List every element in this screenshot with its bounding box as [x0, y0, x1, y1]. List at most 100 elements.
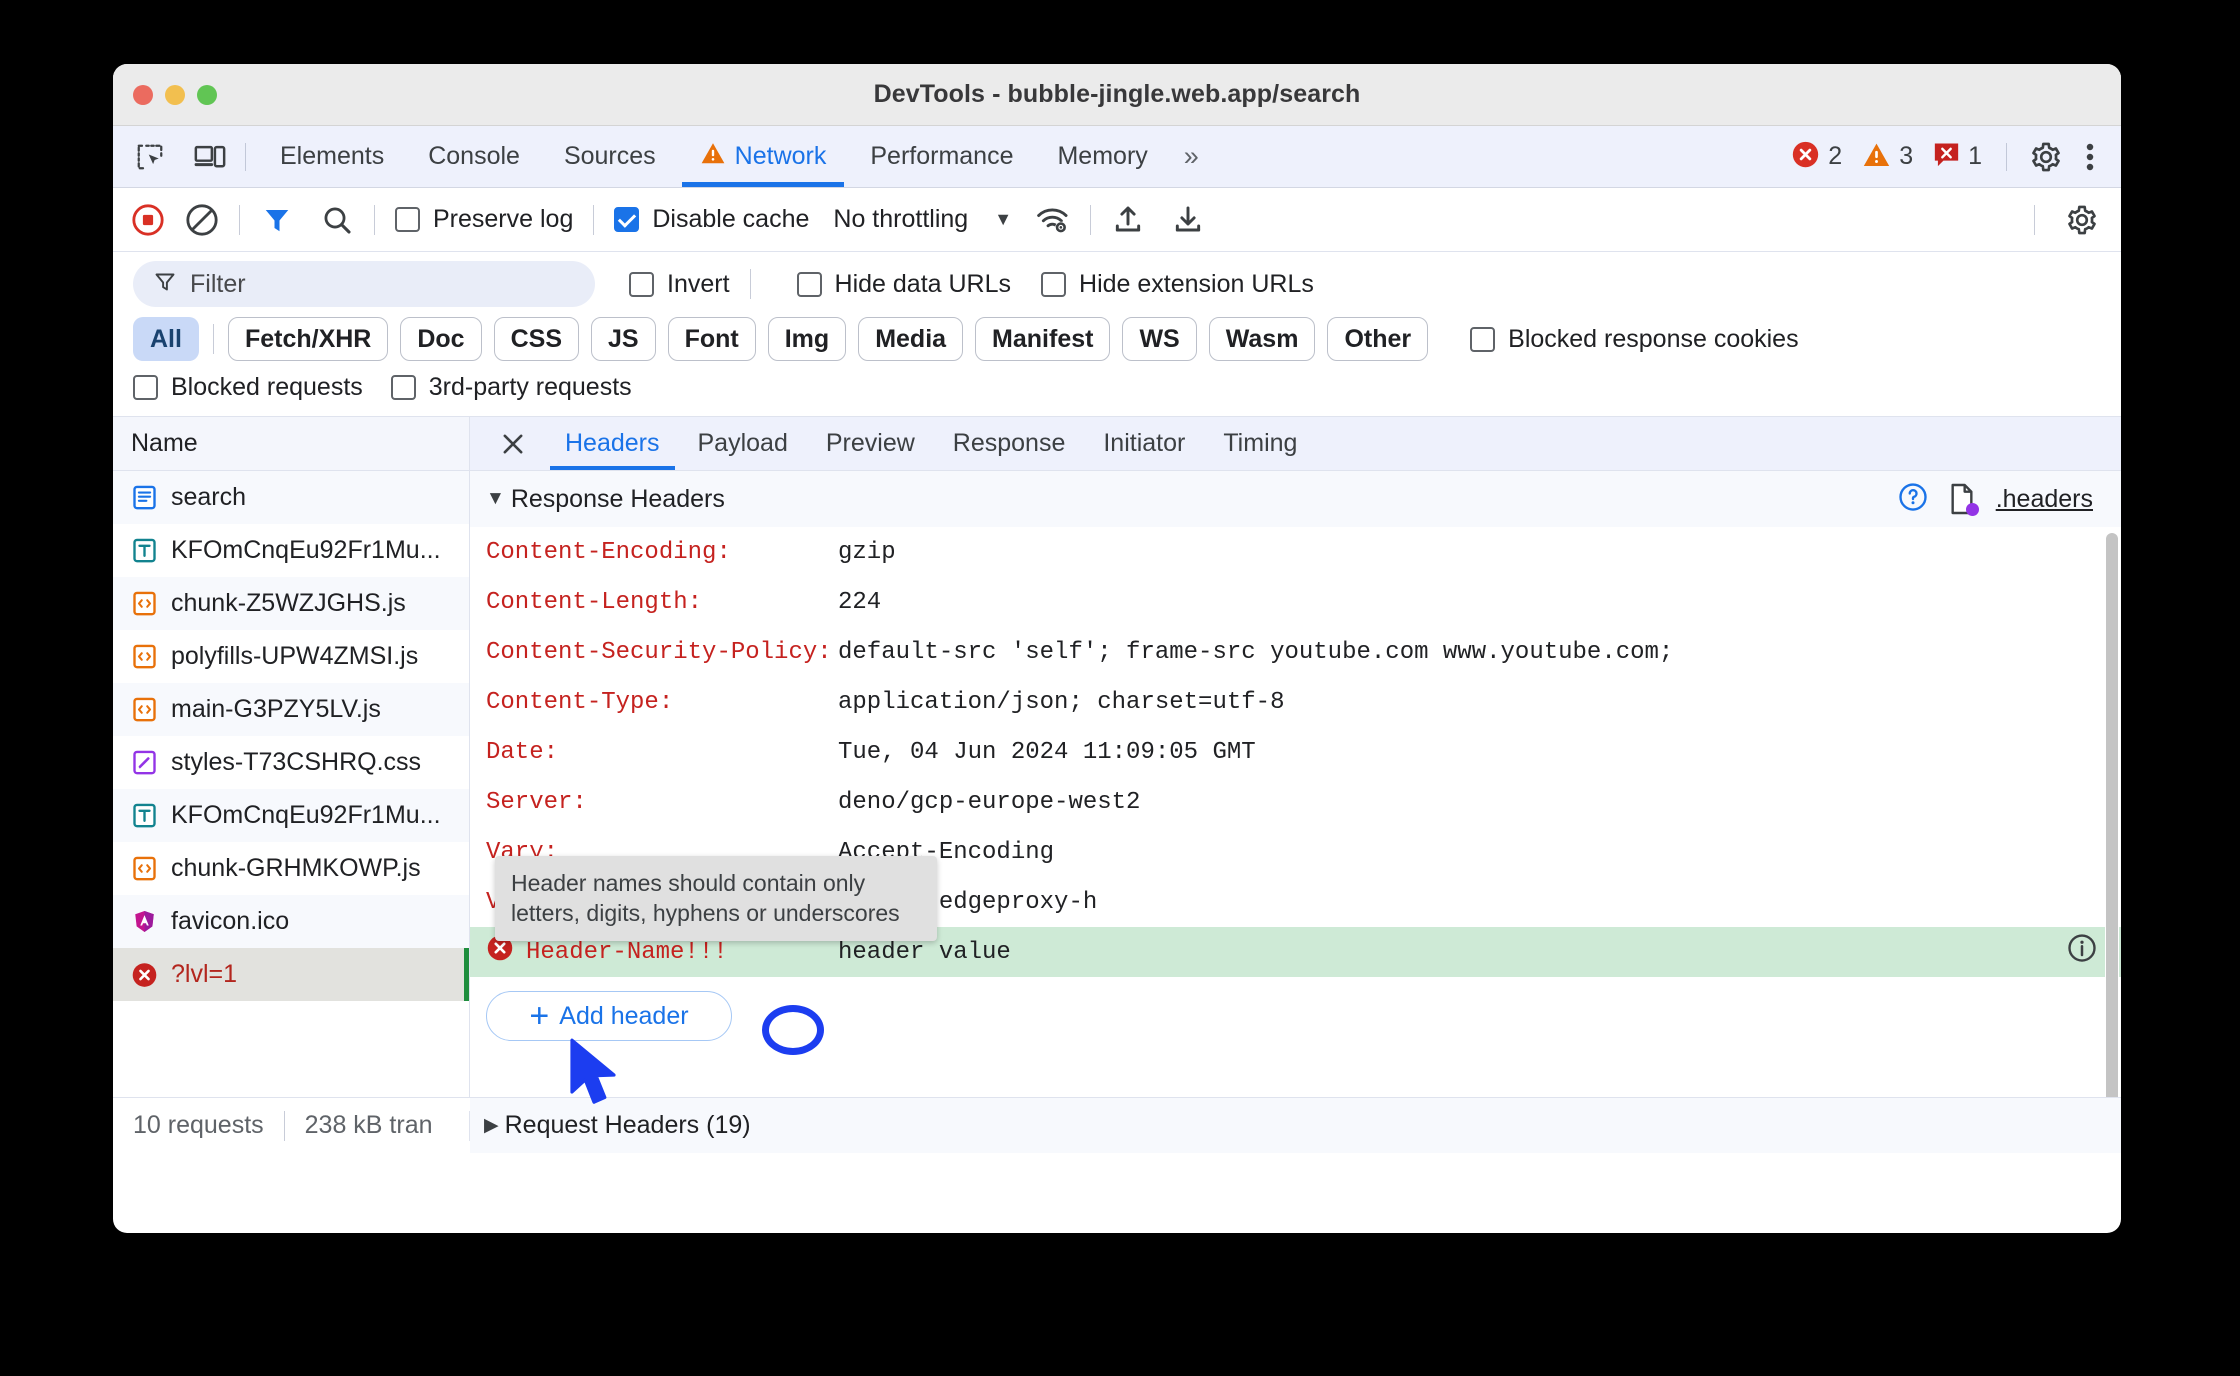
error-count-button[interactable]: 2 — [1783, 140, 1850, 174]
download-har-icon[interactable] — [1163, 195, 1213, 245]
tab-sources[interactable]: Sources — [542, 126, 678, 187]
type-filter-img[interactable]: Img — [767, 317, 847, 361]
header-row[interactable]: Content-Encoding: gzip — [470, 527, 2121, 577]
header-value[interactable]: gzip — [838, 539, 896, 566]
minimize-window-button[interactable] — [165, 84, 185, 105]
invert-checkbox[interactable]: Invert — [621, 270, 738, 299]
filter-icon[interactable] — [252, 195, 302, 245]
header-row[interactable]: Content-Length: 224 — [470, 577, 2121, 627]
collapse-triangle-icon[interactable]: ▶ — [484, 1114, 499, 1137]
warning-count-button[interactable]: 3 — [1854, 141, 1921, 173]
hide-data-urls-box[interactable] — [796, 271, 822, 297]
kebab-menu-icon[interactable] — [2073, 136, 2107, 178]
wifi-settings-icon[interactable] — [1028, 195, 1078, 245]
list-item[interactable]: main-G3PZY5LV.js — [113, 683, 469, 736]
tab-preview[interactable]: Preview — [807, 417, 934, 470]
search-icon[interactable] — [312, 195, 362, 245]
headers-override-link[interactable]: .headers — [1996, 485, 2093, 514]
disable-cache-checkbox[interactable]: Disable cache — [606, 205, 817, 234]
more-tabs-chevron-icon[interactable]: » — [1170, 141, 1208, 172]
tab-memory[interactable]: Memory — [1035, 126, 1169, 187]
tab-performance[interactable]: Performance — [848, 126, 1035, 187]
clear-icon[interactable] — [177, 195, 227, 245]
tab-response[interactable]: Response — [934, 417, 1085, 470]
type-filter-js[interactable]: JS — [591, 317, 656, 361]
type-filter-css[interactable]: CSS — [493, 317, 579, 361]
list-item-selected[interactable]: ?lvl=1 — [113, 948, 469, 1001]
expand-triangle-icon[interactable]: ▼ — [486, 488, 505, 510]
maximize-window-button[interactable] — [197, 84, 217, 105]
blocked-requests-checkbox[interactable]: Blocked requests — [133, 373, 363, 402]
blocked-response-cookies-checkbox[interactable]: Blocked response cookies — [1462, 325, 1806, 354]
hide-data-urls-checkbox[interactable]: Hide data URLs — [789, 270, 1019, 299]
tab-timing[interactable]: Timing — [1204, 417, 1316, 470]
add-header-button[interactable]: + Add header — [486, 991, 732, 1041]
issue-count-button[interactable]: 1 — [1925, 141, 1990, 173]
disable-cache-box[interactable] — [614, 207, 640, 232]
upload-har-icon[interactable] — [1103, 195, 1153, 245]
list-item[interactable]: KFOmCnqEu92Fr1Mu... — [113, 524, 469, 577]
header-row[interactable]: Server: deno/gcp-europe-west2 — [470, 777, 2121, 827]
header-value[interactable]: deno/gcp-europe-west2 — [838, 789, 1140, 816]
header-value[interactable]: Tue, 04 Jun 2024 11:09:05 GMT — [838, 739, 1256, 766]
type-filter-other[interactable]: Other — [1327, 317, 1429, 361]
third-party-requests-box[interactable] — [390, 375, 416, 400]
type-filter-media[interactable]: Media — [858, 317, 964, 361]
help-question-icon[interactable] — [1898, 482, 1928, 517]
header-value[interactable]: header value — [838, 939, 1011, 966]
tab-payload[interactable]: Payload — [679, 417, 807, 470]
hide-extension-urls-box[interactable] — [1041, 271, 1067, 297]
header-value[interactable]: application/json; charset=utf-8 — [838, 689, 1284, 716]
throttling-select[interactable]: No throttling — [817, 205, 968, 234]
close-icon[interactable] — [492, 423, 534, 465]
device-toolbar-icon[interactable] — [187, 136, 233, 178]
list-item[interactable]: chunk-Z5WZJGHS.js — [113, 577, 469, 630]
preserve-log-checkbox[interactable]: Preserve log — [387, 205, 581, 234]
search-input[interactable]: Filter — [133, 261, 595, 307]
header-row[interactable]: Content-Security-Policy: default-src 'se… — [470, 627, 2121, 677]
header-row[interactable]: Date: Tue, 04 Jun 2024 11:09:05 GMT — [470, 727, 2121, 777]
network-settings-gear-icon[interactable] — [2057, 195, 2107, 245]
tab-network[interactable]: Network — [678, 126, 849, 187]
list-item[interactable]: polyfills-UPW4ZMSI.js — [113, 630, 469, 683]
list-item[interactable]: KFOmCnqEu92Fr1Mu... — [113, 789, 469, 842]
list-item[interactable]: styles-T73CSHRQ.css — [113, 736, 469, 789]
type-filter-fetch-xhr[interactable]: Fetch/XHR — [227, 317, 389, 361]
tab-console[interactable]: Console — [406, 126, 542, 187]
blocked-response-cookies-box[interactable] — [1470, 326, 1496, 352]
type-filter-ws[interactable]: WS — [1122, 317, 1197, 361]
type-filter-font[interactable]: Font — [667, 317, 756, 361]
third-party-requests-checkbox[interactable]: 3rd-party requests — [390, 373, 632, 402]
request-list-column-header[interactable]: Name — [113, 417, 469, 471]
scrollbar-thumb[interactable] — [2106, 533, 2118, 1097]
header-value[interactable]: default-src 'self'; frame-src youtube.co… — [838, 639, 1673, 666]
tab-headers[interactable]: Headers — [546, 417, 679, 470]
record-stop-icon[interactable] — [123, 195, 173, 245]
gear-icon[interactable] — [2023, 136, 2069, 178]
type-filter-wasm[interactable]: Wasm — [1208, 317, 1316, 361]
tab-initiator[interactable]: Initiator — [1084, 417, 1204, 470]
preserve-log-box[interactable] — [395, 207, 420, 232]
response-headers-section-header[interactable]: ▼ Response Headers .headers — [470, 471, 2121, 527]
close-window-button[interactable] — [133, 84, 153, 105]
header-name-text[interactable]: Header-Name!!! — [526, 939, 728, 966]
invert-box[interactable] — [629, 271, 654, 297]
tab-elements[interactable]: Elements — [258, 126, 406, 187]
chevron-down-icon[interactable]: ▼ — [994, 209, 1012, 230]
type-filter-manifest[interactable]: Manifest — [975, 317, 1111, 361]
headers-file-icon[interactable] — [1948, 483, 1979, 516]
vertical-scrollbar[interactable] — [2105, 527, 2119, 1097]
info-icon[interactable] — [2067, 933, 2097, 971]
list-item[interactable]: favicon.ico — [113, 895, 469, 948]
type-filter-all[interactable]: All — [133, 317, 199, 361]
request-headers-section-header[interactable]: ▶ Request Headers (19) — [470, 1098, 2121, 1153]
inspect-element-icon[interactable] — [127, 136, 173, 178]
header-value[interactable]: 224 — [838, 589, 881, 616]
hide-extension-urls-checkbox[interactable]: Hide extension URLs — [1033, 270, 1322, 299]
list-item[interactable]: search — [113, 471, 469, 524]
blocked-requests-box[interactable] — [133, 375, 158, 400]
header-row[interactable]: Content-Type: application/json; charset=… — [470, 677, 2121, 727]
list-item[interactable]: chunk-GRHMKOWP.js — [113, 842, 469, 895]
request-name: polyfills-UPW4ZMSI.js — [171, 642, 419, 670]
type-filter-doc[interactable]: Doc — [400, 317, 482, 361]
